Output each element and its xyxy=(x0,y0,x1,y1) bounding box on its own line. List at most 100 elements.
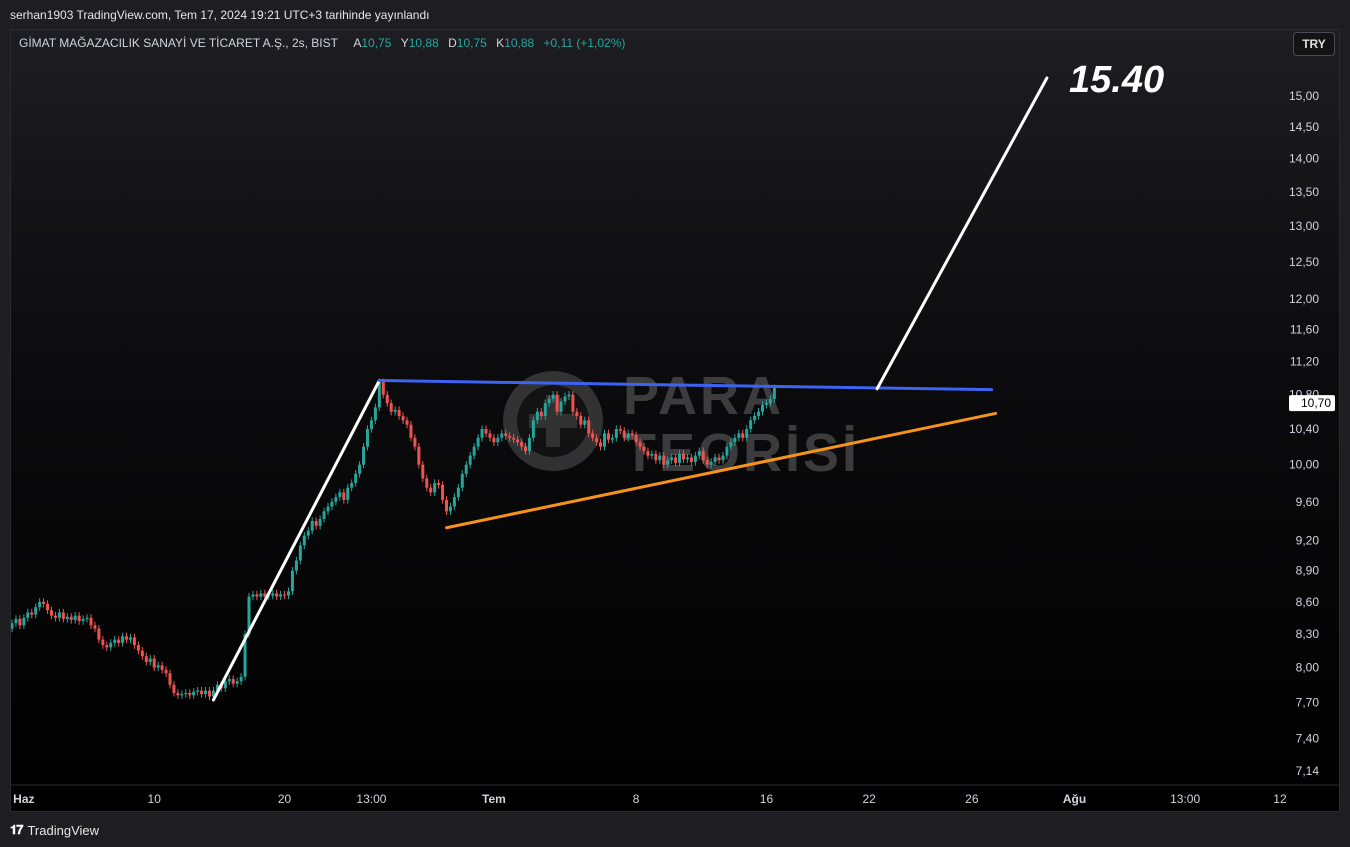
candle-body xyxy=(421,464,425,479)
candle-body xyxy=(512,437,516,440)
close-value: 10,88 xyxy=(504,36,535,50)
candle xyxy=(30,608,34,619)
candle xyxy=(425,474,429,492)
time-tick-label: 10 xyxy=(148,792,162,806)
candle-body xyxy=(464,464,468,474)
candle xyxy=(496,434,500,446)
candle-body xyxy=(397,409,401,417)
candle-body xyxy=(749,420,753,430)
candle xyxy=(239,673,243,685)
candle xyxy=(200,686,204,698)
candle-body xyxy=(413,437,417,447)
currency-button[interactable]: TRY xyxy=(1293,32,1335,56)
price-axis[interactable]: 15,00 14,50 14,00 13,50 13,00 12,50 12,00 11,60… xyxy=(1289,89,1335,778)
candle xyxy=(472,443,476,460)
candle xyxy=(34,603,38,619)
candle-body xyxy=(551,394,555,399)
candle-body xyxy=(148,658,152,662)
high-value: 10,88 xyxy=(408,36,439,50)
candle-body xyxy=(658,455,662,461)
price-chart[interactable]: PARA TEORİSİ 15,00 14,50 14,00 13,50 13,00 12… xyxy=(11,30,1339,811)
candle-body xyxy=(433,483,437,493)
candle xyxy=(65,613,69,623)
candle xyxy=(468,452,472,469)
uptrend-line xyxy=(211,379,381,702)
candle xyxy=(448,502,452,515)
candle xyxy=(93,621,97,633)
candle-body xyxy=(401,416,405,421)
close-label: K xyxy=(496,36,505,50)
candle xyxy=(409,421,413,442)
candle-body xyxy=(50,610,53,616)
candle-body xyxy=(729,442,733,447)
candle-body xyxy=(531,420,535,438)
time-axis[interactable]: Haz 10 20 13:00 Tem 8 16 22 26 Ağu 13:00 12 xyxy=(11,784,1339,806)
price-tick-label: 8,00 xyxy=(1296,661,1320,675)
time-tick-label: 8 xyxy=(633,792,640,806)
candle-body xyxy=(662,455,666,465)
candle xyxy=(140,647,144,660)
candle-body xyxy=(283,594,287,596)
candle xyxy=(11,619,14,633)
candle-body xyxy=(452,497,456,507)
candle-body xyxy=(97,628,101,640)
candle-body xyxy=(445,499,448,512)
price-tick-label: 14,50 xyxy=(1289,120,1319,134)
candle-body xyxy=(326,506,330,512)
candle-body xyxy=(85,617,89,619)
candle-body xyxy=(638,442,642,447)
candle xyxy=(208,686,211,701)
candle-body xyxy=(188,692,192,696)
candle xyxy=(287,587,290,600)
candle-body xyxy=(168,673,172,685)
candle xyxy=(373,403,377,424)
candle xyxy=(362,443,366,469)
candle-body xyxy=(393,409,397,412)
candle-body xyxy=(417,446,421,465)
candle-body xyxy=(381,382,385,395)
candle-body xyxy=(42,601,46,604)
candle xyxy=(61,608,65,623)
chart-pane[interactable]: PARA TEORİSİ 15,00 14,50 14,00 13,50 13,00 12… xyxy=(10,29,1340,812)
candle-body xyxy=(338,492,342,498)
candle xyxy=(283,590,287,600)
candle-body xyxy=(571,394,575,412)
candle xyxy=(172,681,176,697)
tv-logo-icon: 𝟏𝟕 xyxy=(10,822,24,837)
candle xyxy=(369,416,373,433)
candle-body xyxy=(650,453,654,456)
candle xyxy=(113,635,117,647)
candle-body xyxy=(192,691,196,696)
candle xyxy=(294,556,298,575)
footer: 𝟏𝟕 TradingView xyxy=(10,822,99,838)
candle-body xyxy=(745,429,749,438)
candle-body xyxy=(113,639,117,643)
candle xyxy=(618,425,622,435)
low-label: D xyxy=(448,36,457,50)
candle xyxy=(57,608,61,622)
candle-body xyxy=(306,530,310,536)
candle-body xyxy=(385,394,389,404)
candle xyxy=(346,484,350,504)
candle-body xyxy=(322,511,326,520)
candle xyxy=(46,600,50,614)
footer-brand: TradingView xyxy=(27,822,100,838)
candle-body xyxy=(701,451,705,461)
candle-body xyxy=(11,623,14,629)
time-tick-label: 12 xyxy=(1273,792,1287,806)
candle xyxy=(38,598,42,611)
candle-body xyxy=(294,560,298,571)
candle xyxy=(290,567,294,595)
candle-body xyxy=(678,453,682,463)
candle xyxy=(445,496,448,515)
candle-body xyxy=(618,429,622,431)
candle xyxy=(251,590,255,601)
candle-body xyxy=(26,612,30,618)
candle xyxy=(338,488,342,501)
candle-body xyxy=(279,594,283,597)
candle-body xyxy=(81,618,85,622)
candle-body xyxy=(697,451,701,456)
candle xyxy=(14,615,18,627)
candle-body xyxy=(334,497,338,502)
candle-body xyxy=(369,420,373,430)
